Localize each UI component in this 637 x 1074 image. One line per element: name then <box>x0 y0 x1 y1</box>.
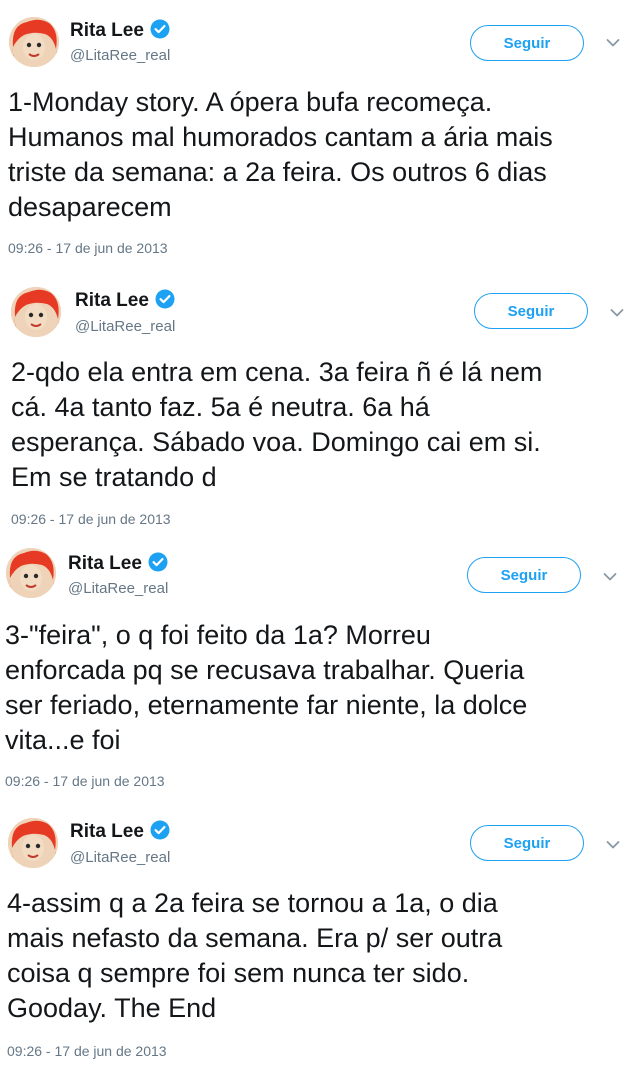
chevron-down-icon[interactable] <box>606 840 620 850</box>
tweet: Rita Lee @LitaRee_real Seguir 3-"feira",… <box>0 538 637 806</box>
user-name[interactable]: Rita Lee <box>70 820 170 843</box>
tweet-text: 3-"feira", o q foi feito da 1a? Morreu e… <box>5 620 528 755</box>
user-name[interactable]: Rita Lee <box>75 289 175 312</box>
follow-button[interactable]: Seguir <box>470 25 584 61</box>
follow-button[interactable]: Seguir <box>474 293 588 329</box>
tweet: Rita Lee @LitaRee_real Seguir 2-qdo ela … <box>0 270 637 538</box>
user-handle[interactable]: @LitaRee_real <box>70 849 170 867</box>
tweet-text: 2-qdo ela entra em cena. 3a feira ñ é lá… <box>11 357 543 492</box>
tweet-timestamp[interactable]: 09:26 - 17 de jun de 2013 <box>7 1043 167 1059</box>
chevron-down-icon[interactable] <box>606 38 620 48</box>
chevron-down-icon[interactable] <box>603 572 617 582</box>
user-name[interactable]: Rita Lee <box>68 552 168 575</box>
tweet: Rita Lee @LitaRee_real Seguir 4-assim q … <box>0 806 637 1074</box>
verified-badge-icon <box>148 552 168 572</box>
avatar[interactable] <box>8 818 58 868</box>
user-handle[interactable]: @LitaRee_real <box>68 580 168 598</box>
tweet-timestamp[interactable]: 09:26 - 17 de jun de 2013 <box>5 773 165 789</box>
tweet: Rita Lee @LitaRee_real Seguir 1-Monday s… <box>0 0 637 268</box>
tweet-timestamp[interactable]: 09:26 - 17 de jun de 2013 <box>11 511 171 527</box>
verified-badge-icon <box>150 19 170 39</box>
follow-button[interactable]: Seguir <box>467 557 581 593</box>
tweet-text: 4-assim q a 2a feira se tornou a 1a, o d… <box>7 888 503 1023</box>
verified-badge-icon <box>150 820 170 840</box>
avatar[interactable] <box>9 17 59 67</box>
user-handle[interactable]: @LitaRee_real <box>75 318 175 336</box>
user-handle[interactable]: @LitaRee_real <box>70 47 170 65</box>
avatar[interactable] <box>11 287 61 337</box>
user-name[interactable]: Rita Lee <box>70 19 170 42</box>
verified-badge-icon <box>155 289 175 309</box>
avatar[interactable] <box>6 548 56 598</box>
follow-button[interactable]: Seguir <box>470 825 584 861</box>
tweet-timestamp[interactable]: 09:26 - 17 de jun de 2013 <box>8 240 168 256</box>
chevron-down-icon[interactable] <box>610 308 624 318</box>
tweet-text: 1-Monday story. A ópera bufa recomeça. H… <box>8 87 553 222</box>
